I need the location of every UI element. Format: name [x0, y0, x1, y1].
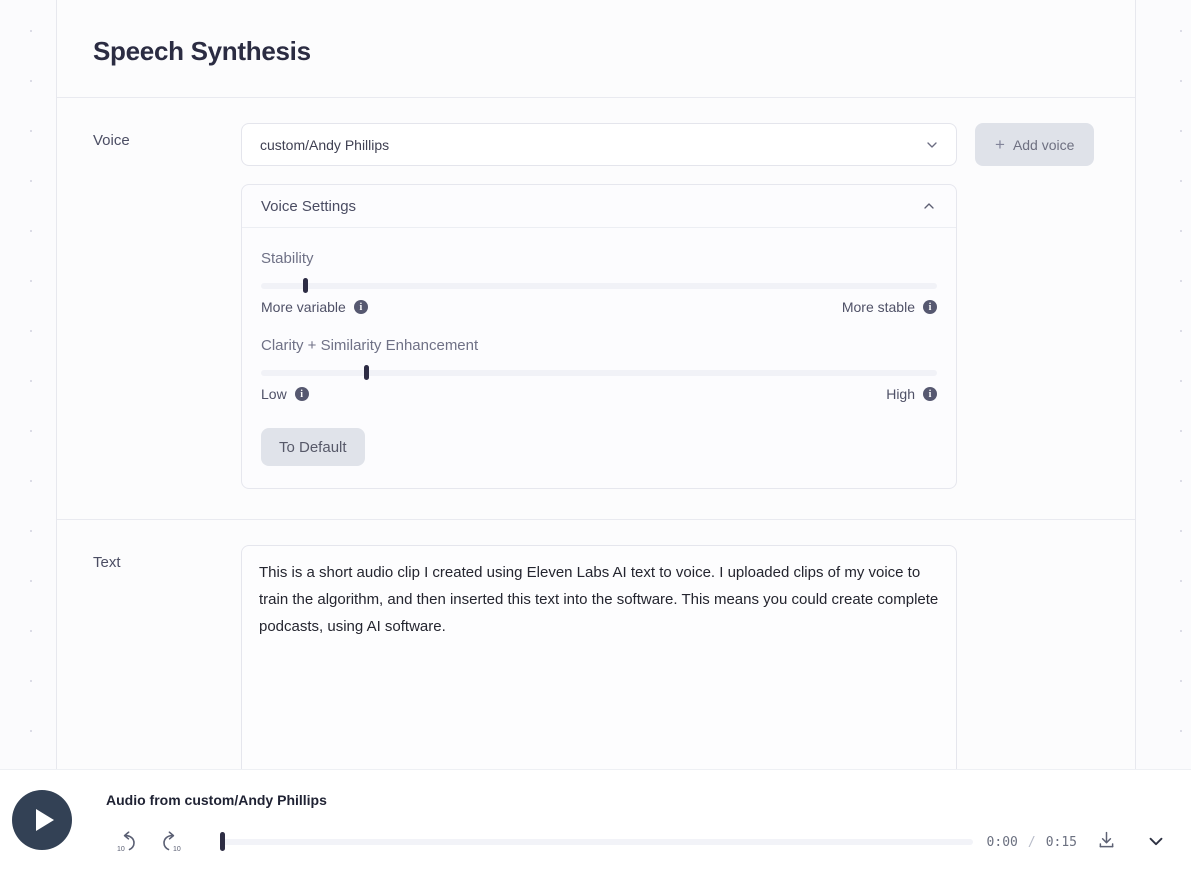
clarity-slider-legend: Low i High i — [261, 386, 937, 402]
player-content: Audio from custom/Andy Phillips 10 10 0:… — [106, 792, 1173, 857]
voice-row: Voice custom/Andy Phillips + Add voice V… — [57, 98, 1135, 520]
collapse-player-button[interactable] — [1139, 827, 1173, 857]
clarity-min-label: Low — [261, 386, 287, 402]
voice-select[interactable]: custom/Andy Phillips — [241, 123, 957, 166]
rewind-10-icon[interactable]: 10 — [106, 827, 144, 857]
svg-text:10: 10 — [117, 846, 125, 853]
add-voice-label: Add voice — [1012, 136, 1075, 153]
player-track-title: Audio from custom/Andy Phillips — [106, 792, 327, 808]
stability-slider-legend: More variable i More stable i — [261, 299, 937, 315]
slider-thumb[interactable] — [363, 365, 369, 380]
current-time: 0:00 — [986, 834, 1018, 850]
voice-settings-toggle[interactable]: Voice Settings — [242, 185, 956, 228]
info-icon[interactable]: i — [294, 387, 309, 401]
play-button[interactable] — [12, 790, 72, 850]
download-button[interactable] — [1089, 827, 1123, 857]
clarity-max-label: High — [886, 386, 915, 402]
time-separator: / — [1027, 834, 1036, 850]
speech-synthesis-card: Speech Synthesis Voice custom/Andy Phill… — [56, 0, 1136, 874]
stability-min-label: More variable — [261, 299, 346, 315]
stability-slider[interactable] — [261, 278, 937, 293]
voice-settings-panel: Voice Settings Stability More variable i… — [241, 184, 957, 489]
forward-10-icon[interactable]: 10 — [154, 827, 192, 857]
chevron-down-icon — [924, 137, 940, 153]
stability-max-label: More stable — [841, 299, 915, 315]
clarity-label: Clarity + Similarity Enhancement — [261, 337, 479, 354]
slider-track — [261, 283, 937, 289]
voice-settings-body: Stability More variable i More stable i … — [242, 228, 956, 488]
voice-row-body: custom/Andy Phillips + Add voice Voice S… — [241, 123, 1099, 489]
stability-slider-group: Stability More variable i More stable i — [261, 250, 937, 315]
chevron-down-icon — [1145, 830, 1167, 855]
download-icon — [1096, 830, 1117, 854]
plus-icon: + — [995, 135, 1005, 154]
slider-track — [261, 370, 937, 376]
play-icon — [35, 809, 54, 831]
chevron-up-icon — [921, 198, 937, 214]
svg-text:10: 10 — [173, 846, 181, 853]
slider-thumb[interactable] — [302, 278, 308, 293]
clarity-slider[interactable] — [261, 365, 937, 380]
playback-progress-slider[interactable] — [220, 832, 973, 851]
voice-settings-title: Voice Settings — [261, 197, 357, 215]
total-time: 0:15 — [1045, 834, 1077, 850]
page-title: Speech Synthesis — [93, 36, 311, 66]
add-voice-button[interactable]: + Add voice — [975, 123, 1095, 166]
voice-select-line: custom/Andy Phillips + Add voice — [241, 123, 1099, 166]
card-header: Speech Synthesis — [57, 0, 1135, 98]
info-icon[interactable]: i — [923, 300, 937, 314]
info-icon[interactable]: i — [923, 387, 937, 401]
clarity-slider-group: Clarity + Similarity Enhancement Low i H… — [261, 337, 937, 402]
to-default-button[interactable]: To Default — [261, 428, 365, 466]
time-display: 0:00 / 0:15 — [987, 835, 1077, 850]
progress-track — [220, 839, 973, 845]
voice-select-value: custom/Andy Phillips — [260, 136, 390, 153]
progress-thumb[interactable] — [220, 832, 225, 851]
info-icon[interactable]: i — [353, 300, 368, 314]
player-controls: 10 10 0:00 / 0:15 — [106, 827, 1173, 857]
audio-player-bar: Audio from custom/Andy Phillips 10 10 0:… — [0, 770, 1191, 874]
stability-label: Stability — [261, 250, 314, 267]
voice-row-label: Voice — [93, 132, 130, 149]
